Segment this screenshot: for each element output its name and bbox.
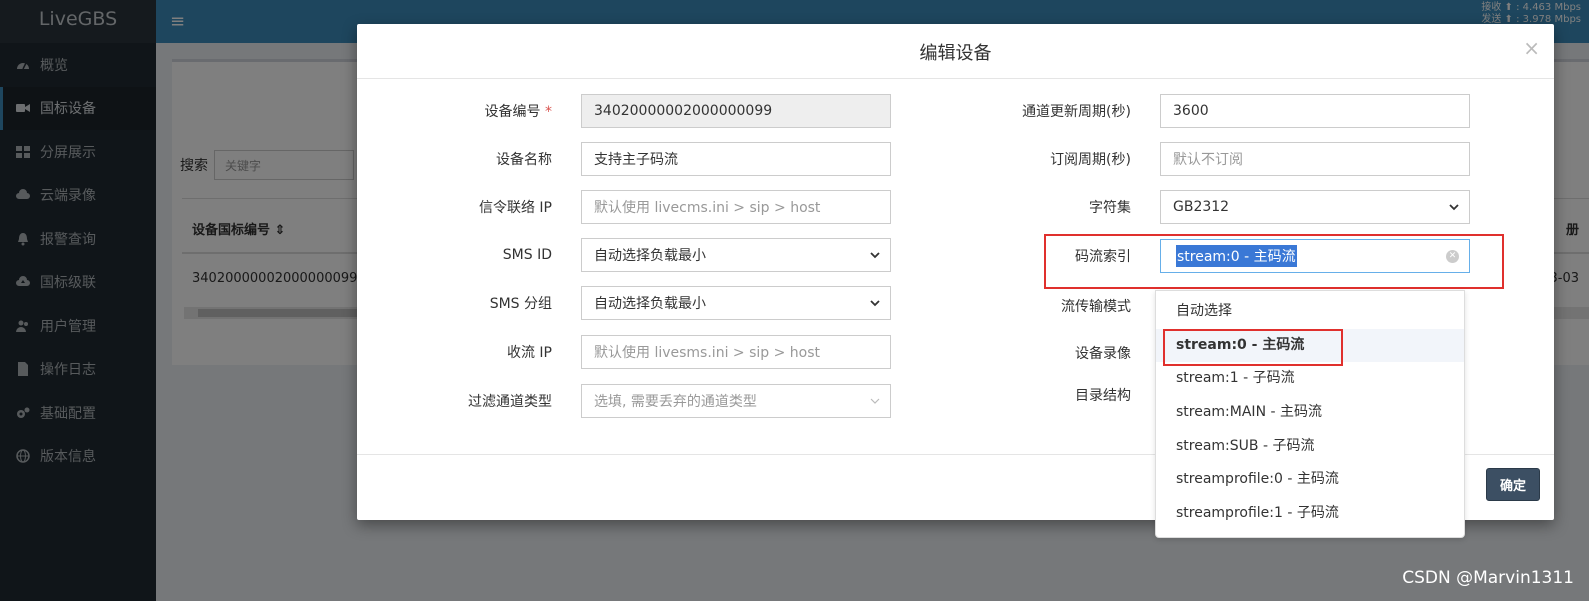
channel-update-period-input[interactable]: 3600 [1160, 94, 1470, 128]
annotation-highlight-box [1163, 329, 1343, 366]
field-subscribe-period: 订阅周期(秒) 默认不订阅 [357, 142, 1470, 176]
close-icon[interactable]: × [1523, 36, 1540, 60]
dropdown-option[interactable]: stream:MAIN - 主码流 [1156, 396, 1464, 430]
field-transport-mode: 流传输模式 [357, 289, 1160, 323]
modal-title: 编辑设备 [919, 43, 992, 64]
field-device-recording: 设备录像 [357, 336, 1160, 370]
stream-index-dropdown: 自动选择 stream:0 - 主码流 stream:1 - 子码流 strea… [1155, 290, 1465, 538]
confirm-button[interactable]: 确定 [1486, 468, 1540, 501]
subscribe-period-input[interactable]: 默认不订阅 [1160, 142, 1470, 176]
field-label: 订阅周期(秒) [1050, 152, 1131, 168]
watermark: CSDN @Marvin1311 [1402, 568, 1574, 588]
dropdown-option[interactable]: stream:1 - 子码流 [1156, 362, 1464, 396]
field-label: 码流索引 [1075, 249, 1131, 265]
annotation-highlight-box [1044, 234, 1504, 289]
field-channel-update-period: 通道更新周期(秒) 3600 [357, 94, 1470, 128]
dropdown-option[interactable]: streamprofile:0 - 主码流 [1156, 463, 1464, 497]
dropdown-option[interactable]: 自动选择 [1156, 295, 1464, 329]
field-label: 字符集 [1089, 200, 1131, 216]
field-label: 目录结构 [1075, 388, 1131, 404]
charset-select[interactable]: GB2312 [1160, 190, 1470, 224]
modal-header: 编辑设备 × [357, 24, 1554, 79]
field-label: 设备录像 [1075, 346, 1131, 362]
chevron-down-icon [1449, 202, 1459, 212]
dropdown-option[interactable]: stream:SUB - 子码流 [1156, 430, 1464, 464]
field-catalog-structure: 目录结构 [357, 378, 1160, 412]
field-charset: 字符集 GB2312 [357, 190, 1470, 224]
dropdown-option[interactable]: streamprofile:1 - 子码流 [1156, 497, 1464, 531]
field-label: 流传输模式 [1061, 299, 1131, 315]
field-label: 通道更新周期(秒) [1022, 104, 1131, 120]
